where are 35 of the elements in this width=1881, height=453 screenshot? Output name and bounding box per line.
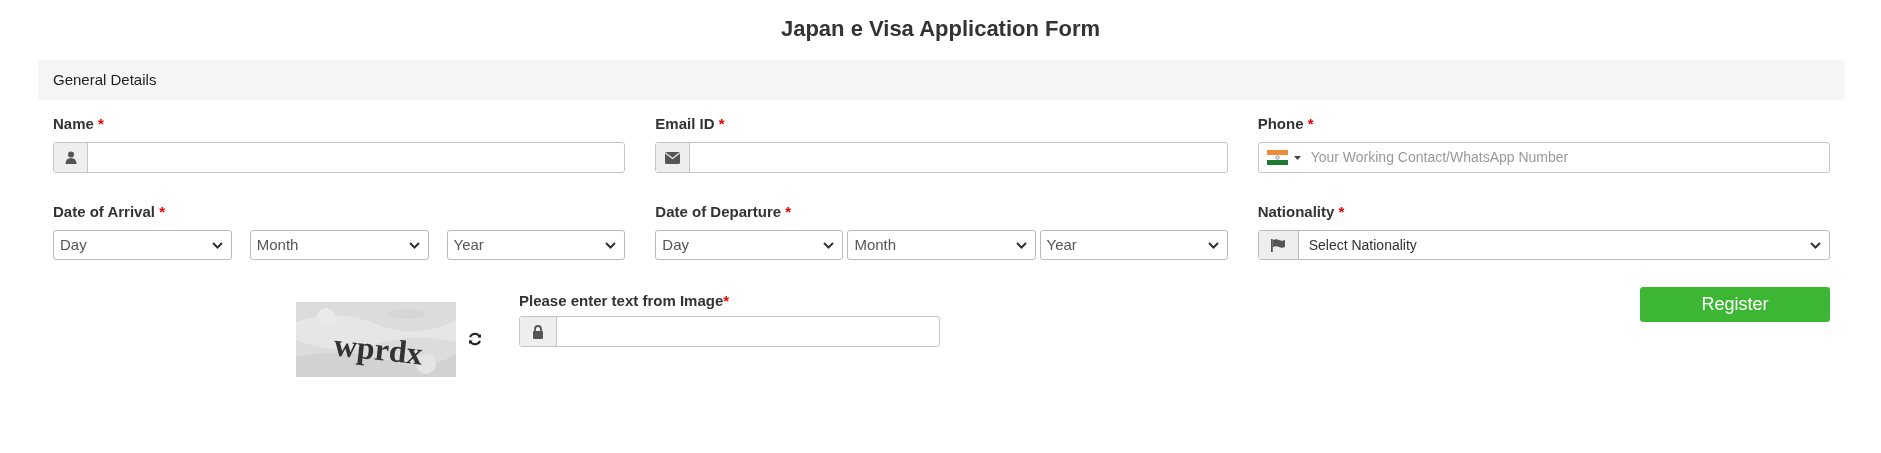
- chevron-down-icon: [605, 241, 617, 249]
- dropdown[interactable]: Month: [249, 230, 429, 260]
- section-header: General Details: [38, 60, 1845, 100]
- captcha-text: wprdx: [332, 327, 425, 371]
- flag-icon: [1271, 238, 1286, 252]
- chevron-down-icon: [408, 241, 420, 249]
- phone-placeholder: Your Working Contact/WhatsApp Number: [1310, 148, 1569, 167]
- input-field[interactable]: [519, 316, 940, 347]
- dropdown[interactable]: Year: [1039, 230, 1228, 260]
- dropdown[interactable]: Year: [446, 230, 626, 260]
- field-label: Date of Departure *: [655, 203, 793, 221]
- field-label: Name *: [53, 115, 105, 133]
- field-label: Please enter text from Image*: [519, 292, 731, 310]
- page-title: Japan e Visa Application Form: [779, 15, 1102, 43]
- dropdown[interactable]: Day: [655, 230, 844, 260]
- envelope-icon: [665, 151, 681, 164]
- caret-down-icon: [1293, 155, 1301, 160]
- chevron-down-icon: [1810, 241, 1821, 249]
- input-field[interactable]: [53, 142, 626, 173]
- chevron-down-icon: [211, 241, 223, 249]
- chevron-down-icon: [1207, 241, 1219, 249]
- flag-icon: [1266, 150, 1288, 165]
- user-icon: [64, 151, 77, 164]
- dropdown[interactable]: Select Nationality: [1257, 230, 1830, 260]
- lock-icon: [532, 324, 544, 339]
- field-label: Nationality *: [1257, 203, 1346, 221]
- refresh-icon[interactable]: [468, 331, 482, 346]
- dropdown[interactable]: Day: [53, 230, 232, 260]
- field-label: Phone *: [1257, 115, 1315, 133]
- input-field[interactable]: [655, 142, 1228, 173]
- dropdown[interactable]: Month: [847, 230, 1036, 260]
- field-label: Email ID *: [655, 115, 726, 133]
- chevron-down-icon: [1015, 241, 1027, 249]
- chevron-down-icon: [823, 241, 835, 249]
- field-label: Date of Arrival *: [53, 203, 166, 221]
